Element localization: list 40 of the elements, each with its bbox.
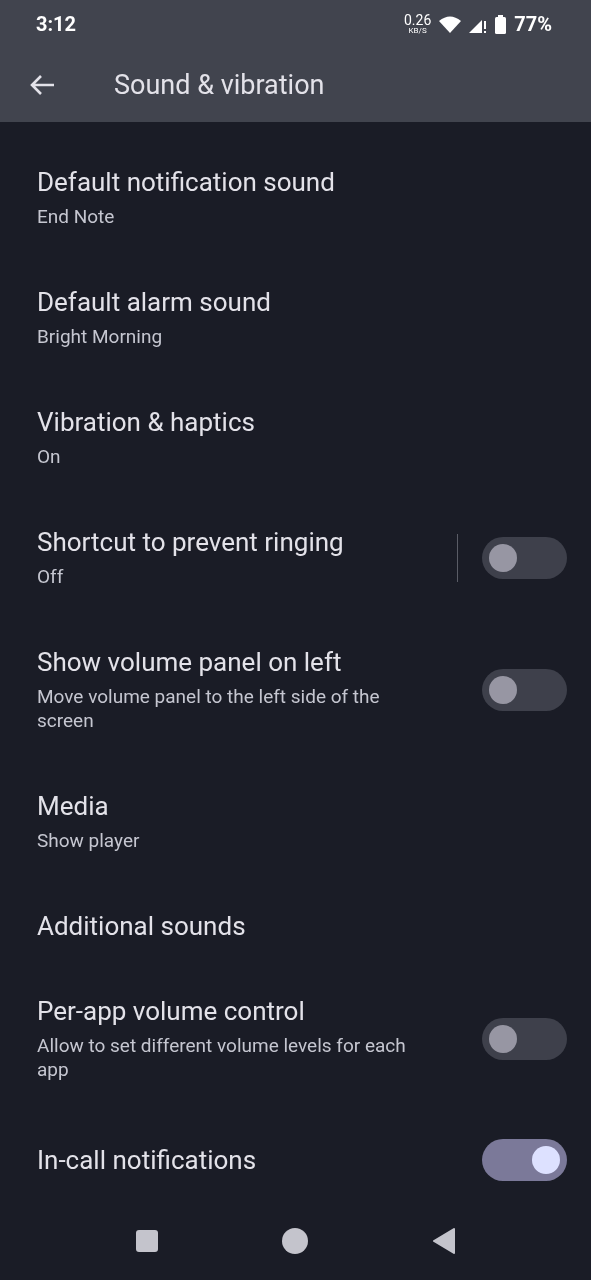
setting-row[interactable]: Default alarm sound Bright Morning — [0, 262, 591, 383]
toggle-switch[interactable] — [482, 1139, 567, 1182]
setting-row[interactable]: Vibration & haptics On — [0, 382, 591, 503]
setting-summary: Allow to set different volume levels for each app — [37, 1034, 407, 1083]
battery-level: 77% — [514, 11, 552, 38]
wifi-icon — [439, 15, 462, 33]
back-arrow-icon — [29, 74, 55, 97]
setting-title: In-call notifications — [37, 1144, 258, 1177]
setting-summary: Show player — [37, 829, 141, 854]
setting-summary: Bright Morning — [37, 325, 164, 350]
setting-title: Show volume panel on left — [37, 646, 343, 679]
setting-summary: Off — [37, 565, 65, 590]
recents-button[interactable] — [135, 1230, 158, 1253]
battery-icon — [495, 14, 507, 34]
network-speed: 0.26 — [403, 13, 432, 27]
setting-summary: Move volume panel to the left side of the screen — [37, 685, 381, 734]
setting-title: Additional sounds — [37, 910, 247, 943]
setting-row[interactable]: Additional sounds — [0, 886, 591, 972]
home-button[interactable] — [281, 1228, 308, 1255]
clock: 3:12 — [36, 11, 77, 38]
setting-title: Default notification sound — [37, 166, 336, 199]
setting-summary: End Note — [37, 205, 116, 230]
setting-row[interactable]: Shortcut to prevent ringing Off — [0, 502, 591, 623]
back-nav-button[interactable] — [431, 1228, 456, 1255]
setting-row[interactable]: Default notification sound End Note — [0, 142, 591, 263]
setting-row[interactable]: Per-app volume control Allow to set different volume levels for each app — [0, 971, 591, 1116]
network-speed-unit: KB/S — [408, 27, 427, 35]
setting-title: Per-app volume control — [37, 995, 306, 1028]
setting-title: Shortcut to prevent ringing — [37, 526, 345, 559]
toggle-switch[interactable] — [482, 668, 567, 711]
setting-row[interactable]: Show volume panel on left Move volume panel to the left side of the screen — [0, 622, 591, 767]
setting-row[interactable]: Media Show player — [0, 766, 591, 887]
toggle-switch[interactable] — [482, 1017, 567, 1060]
setting-title: Media — [37, 790, 110, 823]
setting-title: Default alarm sound — [37, 286, 272, 319]
setting-title: Vibration & haptics — [37, 406, 256, 439]
setting-summary: On — [37, 445, 62, 470]
setting-row[interactable]: In-call notifications — [0, 1115, 591, 1211]
page-title: Sound & vibration — [114, 67, 325, 103]
toggle-switch[interactable] — [482, 536, 567, 579]
